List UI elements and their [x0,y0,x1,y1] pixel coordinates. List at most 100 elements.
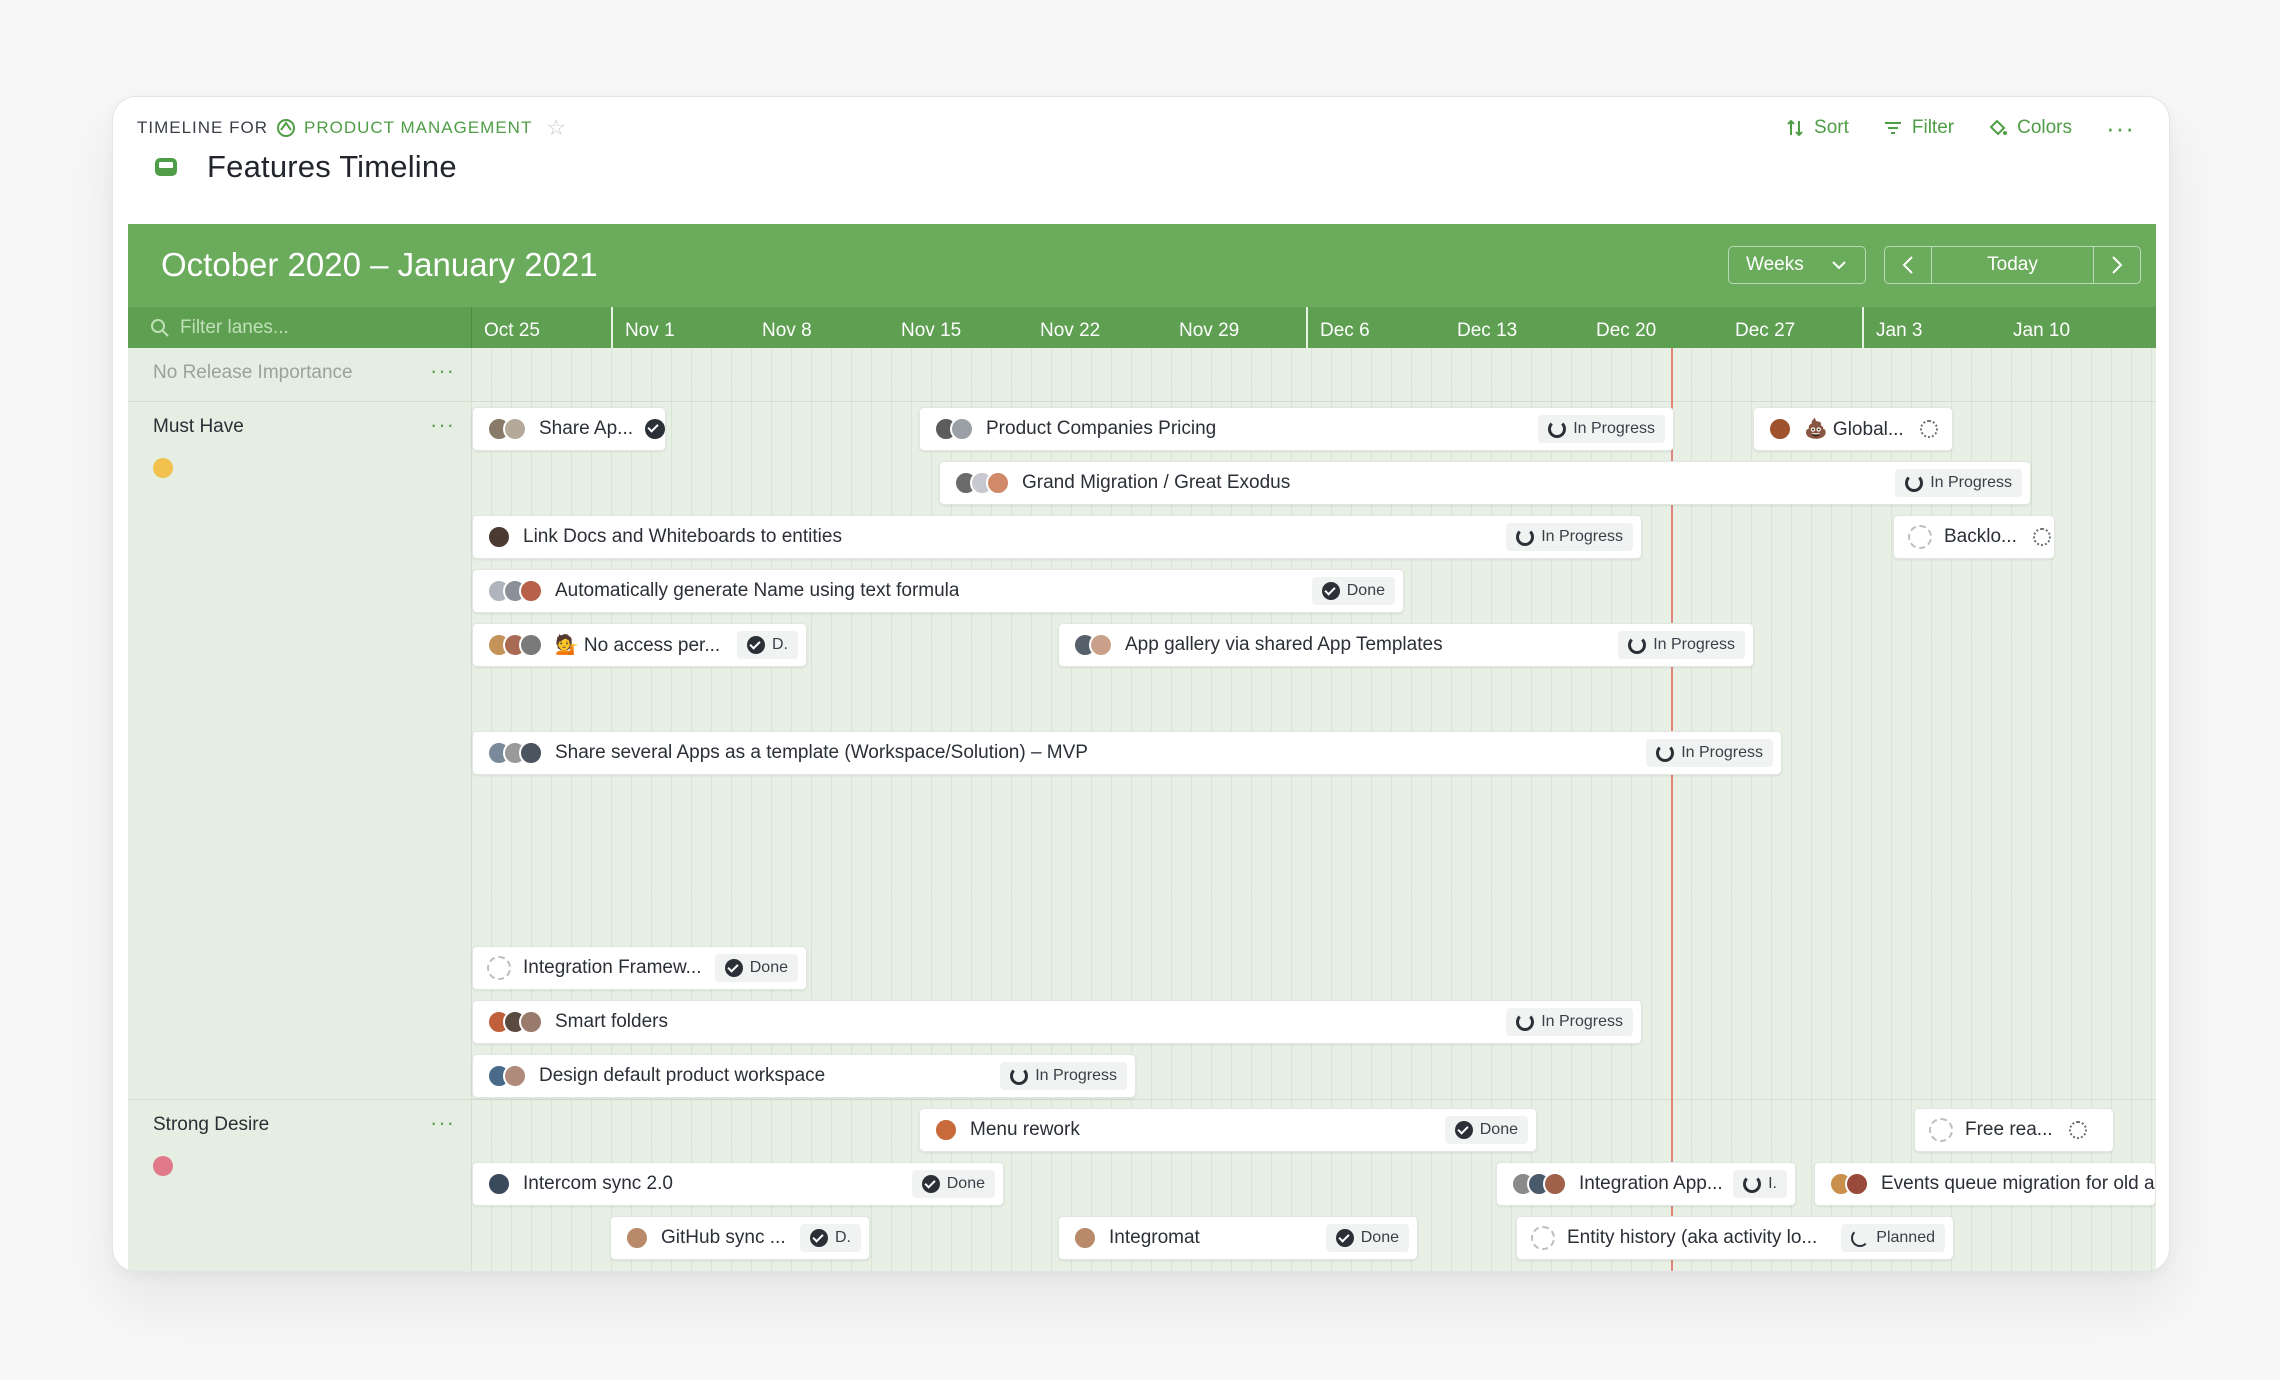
status-badge: In Progress [1646,739,1773,767]
item-label: Share several Apps as a template (Worksp… [555,742,1088,763]
status-badge: Done [1444,1116,1528,1144]
filter-placeholder: Filter lanes... [180,316,289,338]
toolbar: Sort Filter Colors ··· [1785,115,2135,141]
done-icon [1321,582,1340,600]
workspace-link[interactable]: PRODUCT MANAGEMENT [304,118,532,138]
timeline-item[interactable]: Grand Migration / Great Exodus In Progre… [939,461,2031,505]
colors-label: Colors [2017,117,2073,138]
timeline-item[interactable]: Integration Framew... Done [472,946,807,990]
timeline-item[interactable]: Backlo... [1893,515,2055,559]
week-label: Dec 6 [1306,307,1445,348]
done-icon [921,1175,940,1193]
timeline: October 2020 – January 2021 Weeks Today … [128,224,2156,1271]
week-label: Dec 27 [1735,320,1796,341]
item-label: Integration Framew... [523,957,702,978]
item-label: Design default product workspace [539,1065,826,1086]
next-button[interactable] [2094,247,2140,283]
item-label: Smart folders [555,1011,668,1032]
item-label: Integration App... [1579,1173,1723,1194]
date-navigation: Today [1884,246,2141,284]
timeline-item[interactable]: Intercom sync 2.0 Done [472,1162,1004,1206]
colors-button[interactable]: Colors [1988,117,2072,139]
timeline-item[interactable]: Share several Apps as a template (Worksp… [472,731,1782,775]
item-label: Intercom sync 2.0 [523,1173,673,1194]
timeline-item[interactable]: Integration App... I. [1496,1162,1796,1206]
item-label: 💩 Global... [1804,419,1904,440]
prev-button[interactable] [1885,247,1931,283]
week-label: Nov 22 [1040,320,1101,341]
timeline-item[interactable]: App gallery via shared App Templates In … [1058,623,1754,667]
page-header: TIMELINE FOR PRODUCT MANAGEMENT ☆ Featur… [113,97,2169,209]
item-label: Automatically generate Name using text f… [555,580,960,601]
timeline-item[interactable]: 💩 Global... [1753,407,1953,451]
breadcrumb: TIMELINE FOR PRODUCT MANAGEMENT ☆ [137,115,567,141]
status-badge: D. [800,1224,861,1252]
search-icon [151,318,169,337]
planned-icon [1851,1229,1870,1247]
timeline-item[interactable]: GitHub sync ... D. [610,1216,870,1260]
timeline-item[interactable]: Link Docs and Whiteboards to entities In… [472,515,1642,559]
timeline-item[interactable]: Events queue migration for old accounts … [1814,1162,2156,1206]
item-label: App gallery via shared App Templates [1125,634,1443,655]
star-icon[interactable]: ☆ [546,115,567,141]
timeline-item[interactable]: Smart folders In Progress [472,1000,1642,1044]
filter-button[interactable]: Filter [1883,117,1954,139]
item-label: Link Docs and Whiteboards to entities [523,526,842,547]
more-options-icon[interactable]: ··· [2106,115,2135,141]
status-badge: Done [714,954,798,982]
item-label: 💁 No access per... [555,635,721,656]
week-header-row: Filter lanes... Oct 25 Nov 1 Nov 8 Nov 1… [128,307,2156,348]
week-label: Dec 13 [1457,320,1518,341]
lane-divider [128,401,2156,402]
lane-more-icon[interactable]: ··· [430,412,455,438]
done-icon [1335,1229,1354,1247]
lane-label-strong-desire[interactable]: Strong Desire [153,1114,269,1136]
timeline-item[interactable]: Entity history (aka activity lo... Plann… [1516,1216,1954,1260]
item-label: Events queue migration for old accounts … [1881,1173,2155,1194]
eyebrow-label: TIMELINE FOR [137,118,269,137]
in-progress-icon [1516,528,1535,546]
item-label: Menu rework [970,1119,1080,1140]
lane-label-must-have[interactable]: Must Have [153,416,244,438]
status-badge: In Progress [1618,631,1745,659]
timeline-item[interactable]: Automatically generate Name using text f… [472,569,1404,613]
in-progress-icon [1010,1067,1029,1085]
scale-value: Weeks [1746,254,1804,275]
in-progress-icon [1656,744,1675,762]
week-label: Nov 8 [762,320,812,341]
timeline-item[interactable]: Design default product workspace In Prog… [472,1054,1136,1098]
timeline-item[interactable]: Menu rework Done [919,1108,1537,1152]
empty-avatar-icon [1908,525,1932,549]
timeline-item[interactable]: Free rea... [1914,1108,2114,1152]
status-badge: In Progress [1506,1008,1633,1036]
status-badge: Done [911,1170,995,1198]
lanes-column: No Release Importance ··· Must Have ··· … [128,348,472,1271]
timeline-item[interactable]: Product Companies Pricing In Progress [919,407,1674,451]
done-icon [645,419,665,439]
sort-icon [1787,119,1803,137]
chevron-left-icon [1902,256,1913,274]
workspace-icon [277,119,296,137]
lane-more-icon[interactable]: ··· [430,358,455,384]
today-button[interactable]: Today [1931,247,2094,283]
in-progress-icon [1905,474,1924,492]
inbox-icon [155,158,177,176]
empty-avatar-icon [1929,1118,1953,1142]
sort-label: Sort [1814,117,1849,138]
week-label: Nov 15 [901,320,962,341]
scale-select[interactable]: Weeks [1728,246,1866,284]
done-icon [724,959,743,977]
chevron-right-icon [2112,256,2123,274]
lane-emoji-icon [153,458,173,478]
done-icon [747,636,765,654]
sort-button[interactable]: Sort [1785,117,1849,139]
lane-more-icon[interactable]: ··· [430,1110,455,1136]
filter-label: Filter [1911,117,1955,138]
filter-lanes-input[interactable]: Filter lanes... [128,307,472,348]
status-badge: In Progress [1538,415,1665,443]
timeline-item[interactable]: Integromat Done [1058,1216,1418,1260]
lane-label-none[interactable]: No Release Importance [153,362,353,384]
status-badge: In Progress [1895,469,2022,497]
timeline-item[interactable]: Share Ap... [472,407,666,451]
timeline-item[interactable]: 💁 No access per... D. [472,623,807,667]
